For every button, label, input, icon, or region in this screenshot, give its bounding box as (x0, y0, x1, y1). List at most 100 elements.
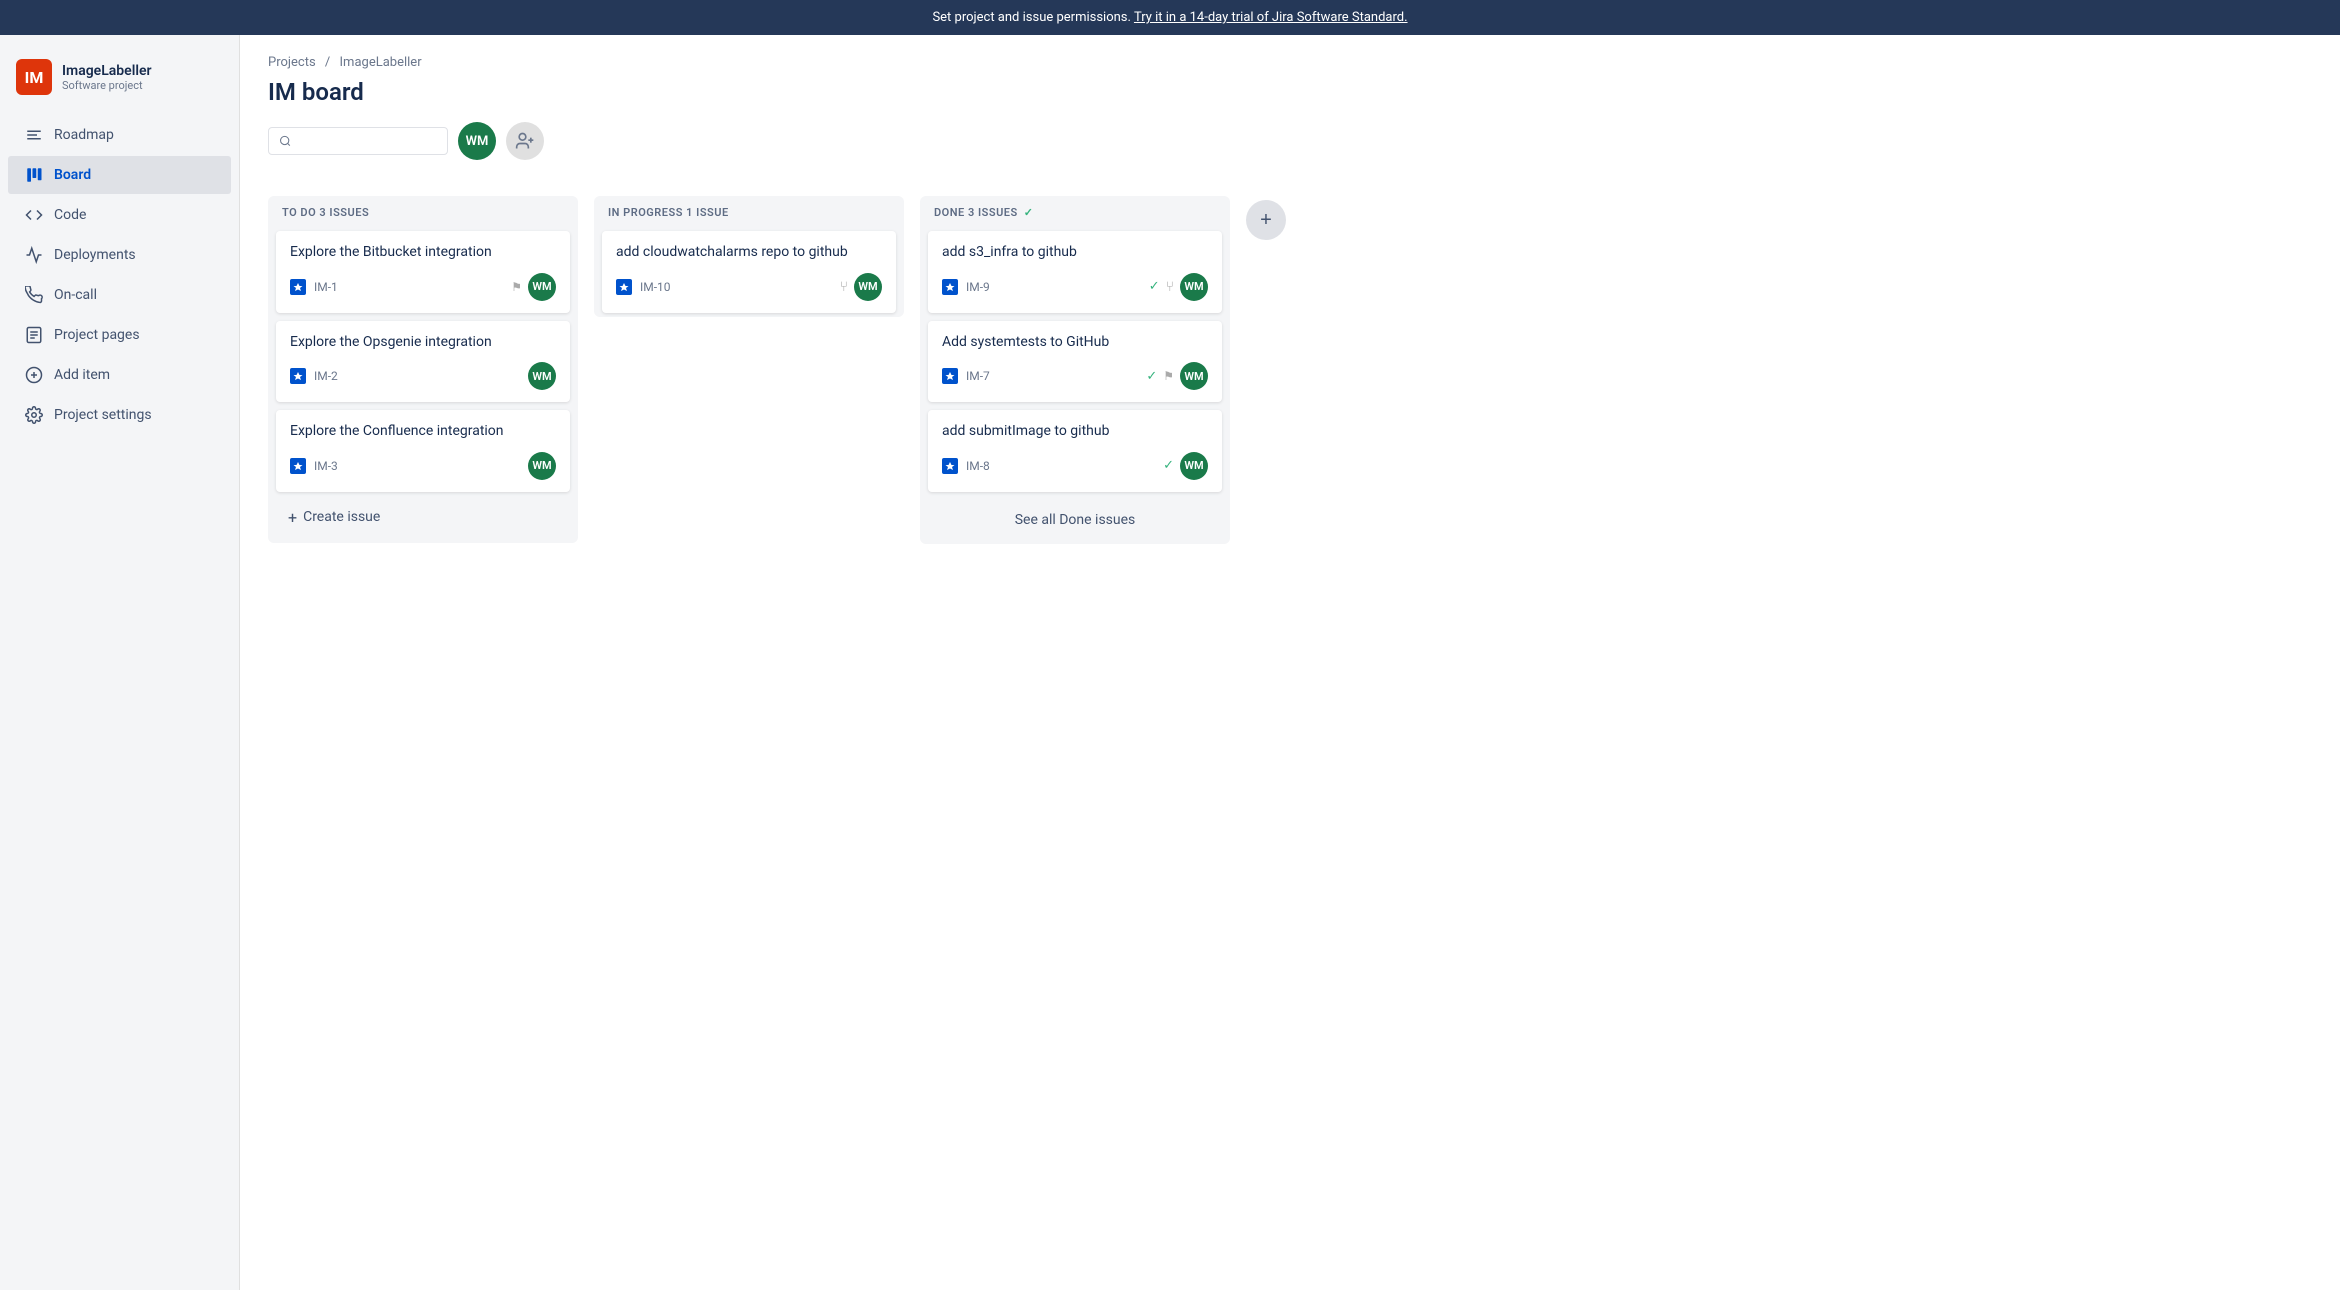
card-avatar: WM (1180, 452, 1208, 480)
sidebar: IM ImageLabeller Software project Roadma… (0, 35, 240, 1290)
issue-type-icon (616, 279, 632, 295)
card-title: add cloudwatchalarms repo to github (616, 243, 882, 263)
sidebar-item-deployments[interactable]: Deployments (8, 236, 231, 274)
column-title-done: DONE 3 ISSUES (934, 206, 1018, 219)
toolbar: WM (268, 122, 2312, 160)
search-input[interactable] (297, 133, 437, 149)
search-icon (279, 134, 291, 148)
main-header: Projects / ImageLabeller IM board WM (240, 35, 2340, 176)
sidebar-nav: Roadmap Board Code Deploym (0, 115, 239, 435)
sidebar-item-roadmap-label: Roadmap (54, 127, 114, 143)
create-issue-button[interactable]: + Create issue (282, 504, 564, 531)
settings-icon (24, 405, 44, 425)
column-header-inprogress: IN PROGRESS 1 ISSUE (594, 196, 904, 227)
sidebar-item-project-pages[interactable]: Project pages (8, 316, 231, 354)
column-header-done: DONE 3 ISSUES ✓ (920, 196, 1230, 227)
board-area: TO DO 3 ISSUES Explore the Bitbucket int… (240, 176, 2340, 1290)
card-id: IM-9 (966, 280, 990, 294)
see-all-done-link[interactable]: See all Done issues (920, 496, 1230, 544)
flag-icon: ⚑ (1163, 369, 1174, 383)
green-check-icon: ✓ (1163, 458, 1174, 473)
board-icon (24, 165, 44, 185)
card-IM-1[interactable]: Explore the Bitbucket integration IM-1 ⚑ (276, 231, 570, 313)
code-icon (24, 205, 44, 225)
sidebar-item-project-settings-label: Project settings (54, 407, 152, 423)
card-meta: IM-2 WM (290, 362, 556, 390)
banner-text: Set project and issue permissions. (932, 10, 1131, 25)
card-avatar: WM (854, 273, 882, 301)
breadcrumb-separator: / (325, 55, 330, 70)
column-cards-inprogress: add cloudwatchalarms repo to github IM-1… (594, 227, 904, 317)
card-id: IM-10 (640, 280, 671, 294)
add-column-button[interactable]: + (1246, 200, 1286, 240)
sidebar-item-board[interactable]: Board (8, 156, 231, 194)
card-IM-2[interactable]: Explore the Opsgenie integration IM-2 WM (276, 321, 570, 403)
add-people-button[interactable] (506, 122, 544, 160)
sidebar-project: IM ImageLabeller Software project (0, 51, 239, 115)
sidebar-item-oncall[interactable]: On-call (8, 276, 231, 314)
search-box[interactable] (268, 127, 448, 155)
roadmap-icon (24, 125, 44, 145)
card-title: Explore the Confluence integration (290, 422, 556, 442)
card-title: Add systemtests to GitHub (942, 333, 1208, 353)
card-meta: IM-8 ✓ WM (942, 452, 1208, 480)
card-meta: IM-7 ✓ ⚑ WM (942, 362, 1208, 390)
banner-link[interactable]: Try it in a 14-day trial of Jira Softwar… (1134, 10, 1408, 25)
current-user-avatar[interactable]: WM (458, 122, 496, 160)
card-id: IM-1 (314, 280, 338, 294)
card-id: IM-8 (966, 459, 990, 473)
card-title: add submitImage to github (942, 422, 1208, 442)
breadcrumb-project[interactable]: ImageLabeller (340, 55, 422, 70)
flag-icon: ⚑ (511, 280, 522, 294)
card-avatar: WM (1180, 362, 1208, 390)
column-cards-done: add s3_infra to github IM-9 ✓ ⑂ (920, 227, 1230, 496)
card-title: add s3_infra to github (942, 243, 1208, 263)
page-title: IM board (268, 78, 2312, 106)
sidebar-item-board-label: Board (54, 167, 91, 183)
project-type: Software project (62, 79, 152, 92)
card-id: IM-3 (314, 459, 338, 473)
create-issue-label: Create issue (303, 509, 380, 525)
sidebar-item-code[interactable]: Code (8, 196, 231, 234)
project-icon: IM (16, 59, 52, 95)
sidebar-item-add-item[interactable]: Add item (8, 356, 231, 394)
card-IM-10[interactable]: add cloudwatchalarms repo to github IM-1… (602, 231, 896, 313)
main-content: Projects / ImageLabeller IM board WM (240, 35, 2340, 1290)
card-IM-9[interactable]: add s3_infra to github IM-9 ✓ ⑂ (928, 231, 1222, 313)
green-check-icon: ✓ (1146, 369, 1157, 384)
issue-type-icon (942, 279, 958, 295)
card-IM-8[interactable]: add submitImage to github IM-8 ✓ WM (928, 410, 1222, 492)
breadcrumb-projects[interactable]: Projects (268, 55, 316, 70)
card-avatar: WM (528, 452, 556, 480)
breadcrumb: Projects / ImageLabeller (268, 55, 2312, 70)
issue-type-icon (290, 368, 306, 384)
issue-type-icon (290, 279, 306, 295)
branch-icon: ⑂ (1166, 279, 1174, 295)
project-name: ImageLabeller (62, 63, 152, 79)
column-footer-todo: + Create issue (268, 496, 578, 543)
card-title: Explore the Bitbucket integration (290, 243, 556, 263)
plus-icon: + (288, 508, 297, 527)
card-id: IM-7 (966, 369, 990, 383)
sidebar-item-add-item-label: Add item (54, 367, 110, 383)
sidebar-item-code-label: Code (54, 207, 86, 223)
card-id: IM-2 (314, 369, 338, 383)
top-banner: Set project and issue permissions. Try i… (0, 0, 2340, 35)
pages-icon (24, 325, 44, 345)
sidebar-item-deployments-label: Deployments (54, 247, 136, 263)
done-checkmark-icon: ✓ (1024, 206, 1034, 219)
sidebar-item-project-pages-label: Project pages (54, 327, 140, 343)
sidebar-item-project-settings[interactable]: Project settings (8, 396, 231, 434)
column-todo: TO DO 3 ISSUES Explore the Bitbucket int… (268, 196, 578, 543)
sidebar-item-roadmap[interactable]: Roadmap (8, 116, 231, 154)
column-done: DONE 3 ISSUES ✓ add s3_infra to github I… (920, 196, 1230, 544)
card-avatar: WM (528, 273, 556, 301)
column-title-inprogress: IN PROGRESS 1 ISSUE (608, 206, 729, 219)
card-meta: IM-9 ✓ ⑂ WM (942, 273, 1208, 301)
column-header-todo: TO DO 3 ISSUES (268, 196, 578, 227)
card-IM-3[interactable]: Explore the Confluence integration IM-3 … (276, 410, 570, 492)
issue-type-icon (942, 368, 958, 384)
oncall-icon (24, 285, 44, 305)
sidebar-item-oncall-label: On-call (54, 287, 97, 303)
card-IM-7[interactable]: Add systemtests to GitHub IM-7 ✓ ⚑ (928, 321, 1222, 403)
